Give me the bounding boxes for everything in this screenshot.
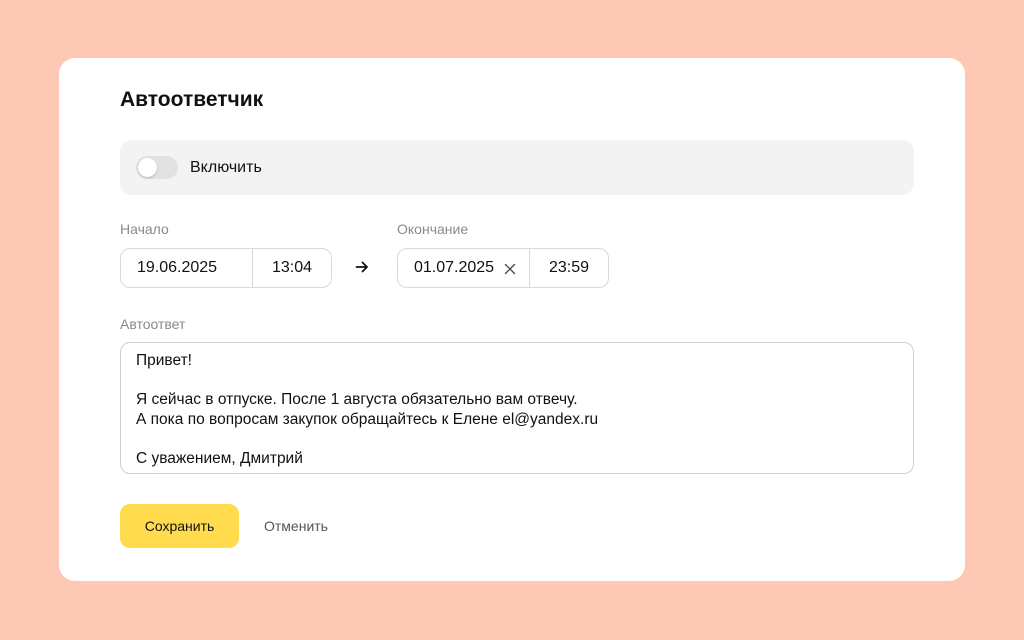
arrow-right-icon <box>355 260 369 279</box>
start-datetime: 19.06.2025 13:04 <box>120 248 332 288</box>
cancel-button[interactable]: Отменить <box>252 504 340 548</box>
end-date-input[interactable]: 01.07.2025 <box>414 259 494 277</box>
message-label: Автоответ <box>120 316 186 332</box>
end-datetime: 01.07.2025 23:59 <box>397 248 609 288</box>
message-line: Привет! <box>136 352 192 369</box>
autoreply-card: Автоответчик Включить Начало 19.06.2025 … <box>59 58 965 581</box>
end-time-input[interactable]: 23:59 <box>530 249 608 287</box>
close-icon[interactable] <box>504 262 516 280</box>
end-label: Окончание <box>397 221 469 237</box>
message-line: Я сейчас в отпуске. После 1 августа обяз… <box>136 391 578 408</box>
toggle-knob <box>138 158 157 177</box>
end-date-field: 01.07.2025 <box>398 249 529 287</box>
enable-label[interactable]: Включить <box>190 159 262 177</box>
message-line <box>136 429 898 449</box>
message-line: С уважением, Дмитрий <box>136 449 303 467</box>
start-date-input[interactable]: 19.06.2025 <box>121 249 252 287</box>
save-button[interactable]: Сохранить <box>120 504 239 548</box>
enable-row: Включить <box>120 140 914 195</box>
message-line: А пока по вопросам закупок обращайтесь к… <box>136 410 599 428</box>
page-title: Автоответчик <box>120 88 264 111</box>
message-line <box>136 371 898 391</box>
start-time-input[interactable]: 13:04 <box>253 249 331 287</box>
start-label: Начало <box>120 221 169 237</box>
enable-toggle[interactable] <box>136 156 178 179</box>
autoreply-message-input[interactable]: Привет! Я сейчас в отпуске. После 1 авгу… <box>120 342 914 474</box>
